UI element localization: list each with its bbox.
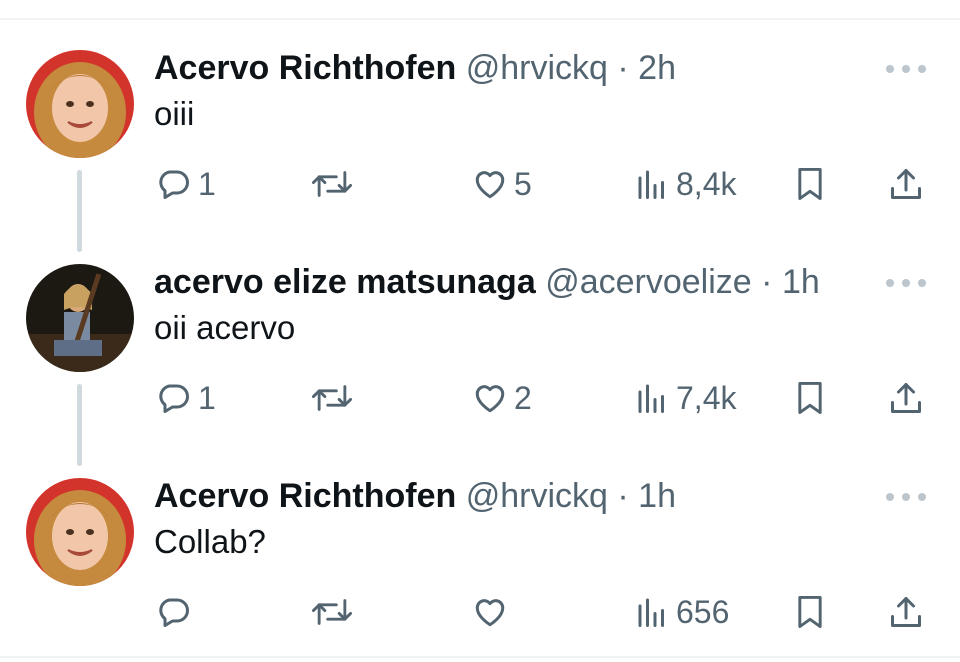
tweet-header: Acervo Richthofen @hrvickq · 2h — [154, 46, 676, 90]
action-bar: 1 5 8,4k — [154, 160, 944, 208]
tweet[interactable]: Acervo Richthofen @hrvickq · 2h oiii 1 5… — [0, 20, 960, 252]
like-icon — [472, 166, 508, 202]
timestamp[interactable]: 1h — [782, 263, 820, 301]
reply-count: 1 — [198, 379, 216, 416]
tweet-text: oiii — [154, 95, 195, 132]
more-icon[interactable] — [884, 488, 928, 506]
tweet-header: Acervo Richthofen @hrvickq · 1h — [154, 474, 676, 518]
display-name[interactable]: Acervo Richthofen — [154, 49, 456, 87]
share-icon — [888, 594, 924, 630]
retweet-button[interactable] — [312, 374, 352, 422]
more-icon[interactable] — [884, 60, 928, 78]
like-icon — [472, 594, 508, 630]
more-icon[interactable] — [884, 274, 928, 292]
avatar[interactable] — [26, 478, 134, 586]
avatar[interactable] — [26, 50, 134, 158]
like-icon — [472, 380, 508, 416]
views-icon — [634, 380, 670, 416]
timestamp[interactable]: 2h — [638, 49, 676, 87]
display-name[interactable]: Acervo Richthofen — [154, 477, 456, 515]
bookmark-icon — [794, 594, 826, 630]
retweet-icon — [312, 594, 352, 630]
action-bar: 656 — [154, 588, 944, 636]
like-count: 2 — [514, 379, 532, 416]
reply-button[interactable]: 1 — [156, 374, 216, 422]
share-icon — [888, 166, 924, 202]
bookmark-button[interactable] — [794, 160, 826, 208]
tweet[interactable]: acervo elize matsunaga @acervoelize · 1h… — [0, 234, 960, 466]
tweet-text: Collab? — [154, 523, 266, 560]
avatar[interactable] — [26, 264, 134, 372]
views-button[interactable]: 7,4k — [634, 374, 736, 422]
share-icon — [888, 380, 924, 416]
action-bar: 1 2 7,4k — [154, 374, 944, 422]
share-button[interactable] — [888, 374, 924, 422]
views-count: 656 — [676, 593, 730, 630]
reply-icon — [156, 166, 192, 202]
reply-icon — [156, 380, 192, 416]
retweet-icon — [312, 380, 352, 416]
separator-dot: · — [761, 263, 773, 301]
reply-button[interactable]: 1 — [156, 160, 216, 208]
bottom-divider — [0, 656, 960, 658]
tweet[interactable]: Acervo Richthofen @hrvickq · 1h Collab? … — [0, 448, 960, 662]
like-button[interactable]: 2 — [472, 374, 532, 422]
separator-dot: · — [617, 49, 629, 87]
like-button[interactable] — [472, 588, 508, 636]
retweet-icon — [312, 166, 352, 202]
user-handle[interactable]: @hrvickq — [466, 49, 608, 87]
tweet-header: acervo elize matsunaga @acervoelize · 1h — [154, 260, 820, 304]
retweet-button[interactable] — [312, 160, 352, 208]
retweet-button[interactable] — [312, 588, 352, 636]
views-count: 8,4k — [676, 165, 737, 202]
display-name[interactable]: acervo elize matsunaga — [154, 263, 536, 301]
views-button[interactable]: 8,4k — [634, 160, 736, 208]
user-handle[interactable]: @acervoelize — [545, 263, 752, 301]
user-handle[interactable]: @hrvickq — [466, 477, 608, 515]
views-count: 7,4k — [676, 379, 737, 416]
bookmark-icon — [794, 380, 826, 416]
bookmark-button[interactable] — [794, 588, 826, 636]
views-button[interactable]: 656 — [634, 588, 729, 636]
reply-button[interactable] — [156, 588, 192, 636]
timestamp[interactable]: 1h — [638, 477, 676, 515]
like-button[interactable]: 5 — [472, 160, 532, 208]
bookmark-button[interactable] — [794, 374, 826, 422]
share-button[interactable] — [888, 160, 924, 208]
reply-count: 1 — [198, 165, 216, 202]
share-button[interactable] — [888, 588, 924, 636]
bookmark-icon — [794, 166, 826, 202]
like-count: 5 — [514, 165, 532, 202]
tweet-text: oii acervo — [154, 309, 296, 346]
reply-icon — [156, 594, 192, 630]
separator-dot: · — [617, 477, 629, 515]
views-icon — [634, 166, 670, 202]
views-icon — [634, 594, 670, 630]
